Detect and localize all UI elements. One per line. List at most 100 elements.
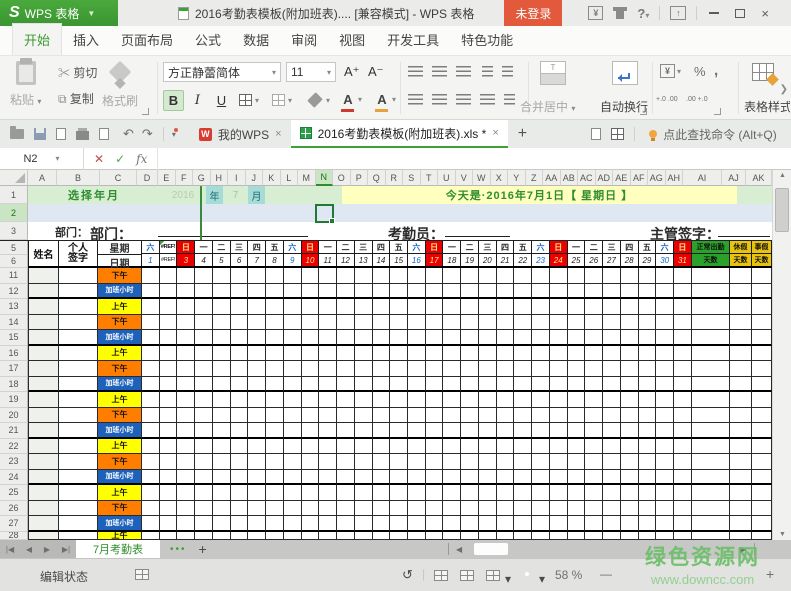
- cell-day[interactable]: [372, 407, 391, 423]
- cell-day[interactable]: [656, 516, 675, 532]
- cell-day[interactable]: [620, 392, 639, 408]
- cell-day[interactable]: [159, 407, 178, 423]
- row-header-6[interactable]: 6: [0, 255, 28, 268]
- cell-day[interactable]: [461, 531, 479, 540]
- cell-day[interactable]: [248, 423, 267, 439]
- cell-day[interactable]: [408, 392, 426, 408]
- font-size-select[interactable]: 11 ▾: [286, 62, 336, 82]
- cell-day[interactable]: [142, 314, 160, 330]
- cell-day[interactable]: [408, 438, 426, 454]
- cell-day[interactable]: [638, 516, 657, 532]
- cell-day[interactable]: [159, 438, 178, 454]
- cell-day[interactable]: [443, 345, 462, 361]
- cell-day[interactable]: [408, 376, 426, 392]
- cell-day[interactable]: [319, 268, 338, 284]
- cell-day[interactable]: [603, 392, 621, 408]
- cell-day[interactable]: [390, 299, 409, 315]
- cell-day[interactable]: [549, 407, 568, 423]
- cell-day[interactable]: [212, 531, 231, 540]
- cell-day[interactable]: [585, 407, 604, 423]
- cell-day[interactable]: [177, 438, 196, 454]
- cell-day[interactable]: [603, 345, 621, 361]
- cell-day[interactable]: [177, 330, 196, 346]
- cell-day[interactable]: [549, 376, 568, 392]
- cell-day[interactable]: [354, 345, 373, 361]
- cell-day[interactable]: [532, 299, 550, 315]
- cell-day[interactable]: [337, 314, 355, 330]
- ribbon-tab-审阅[interactable]: 审阅: [280, 24, 328, 55]
- cell-day[interactable]: [620, 454, 639, 470]
- row-header-26[interactable]: 26: [0, 500, 28, 516]
- cell-day[interactable]: [195, 268, 213, 284]
- cell-period-label[interactable]: 下午: [98, 361, 142, 377]
- cell-day[interactable]: [230, 516, 249, 532]
- cell-day[interactable]: [212, 330, 231, 346]
- cell-day[interactable]: [425, 516, 444, 532]
- cell-day[interactable]: [142, 531, 160, 540]
- help-icon[interactable]: ?▾: [637, 6, 649, 21]
- currency-icon[interactable]: ¥: [588, 6, 604, 20]
- cell-day[interactable]: [656, 330, 675, 346]
- cell-day[interactable]: [248, 469, 267, 485]
- cell-day[interactable]: [319, 376, 338, 392]
- cell-day[interactable]: [372, 531, 391, 540]
- cell-day[interactable]: [638, 438, 657, 454]
- fill-color-button[interactable]: ▾: [307, 92, 330, 108]
- cell-day[interactable]: [532, 407, 550, 423]
- cell-day[interactable]: [301, 531, 320, 540]
- cell-day[interactable]: [461, 361, 479, 377]
- cell-day[interactable]: [620, 438, 639, 454]
- column-header-R[interactable]: R: [385, 170, 403, 186]
- row-header-18[interactable]: 18: [0, 376, 28, 392]
- column-header-C[interactable]: C: [100, 170, 137, 186]
- cell-day[interactable]: [212, 469, 231, 485]
- row-header-12[interactable]: 12: [0, 283, 28, 299]
- vertical-scrollbar-thumb[interactable]: [775, 188, 789, 232]
- cell-day[interactable]: [496, 469, 515, 485]
- cell-day[interactable]: [230, 330, 249, 346]
- cell-sum-rest[interactable]: [730, 423, 752, 439]
- cell-day[interactable]: [230, 531, 249, 540]
- cell-day[interactable]: [177, 299, 196, 315]
- row-header-15[interactable]: 15: [0, 330, 28, 346]
- cell-day[interactable]: [585, 500, 604, 516]
- cell-day[interactable]: [603, 376, 621, 392]
- cell-day[interactable]: [301, 330, 320, 346]
- cell-sum-leave[interactable]: [752, 376, 772, 392]
- cell-day[interactable]: [390, 485, 409, 501]
- cell-day[interactable]: [212, 268, 231, 284]
- cell-day[interactable]: [301, 345, 320, 361]
- cell-day[interactable]: [656, 423, 675, 439]
- cell-day[interactable]: [674, 516, 692, 532]
- copy-button[interactable]: ⧉ 复制: [58, 90, 94, 107]
- cell-day[interactable]: [212, 438, 231, 454]
- upload-icon[interactable]: ↑: [670, 6, 687, 20]
- cell-day[interactable]: [283, 485, 302, 501]
- cell-day[interactable]: [230, 485, 249, 501]
- cell-day[interactable]: [408, 314, 426, 330]
- cell-day[interactable]: [549, 438, 568, 454]
- close-tab-icon[interactable]: ×: [275, 128, 281, 140]
- cell-day[interactable]: [549, 516, 568, 532]
- cell-day[interactable]: [142, 361, 160, 377]
- day-header-13[interactable]: 三 13: [354, 241, 373, 266]
- cell-day[interactable]: [372, 469, 391, 485]
- cell-day[interactable]: [496, 454, 515, 470]
- cell-day[interactable]: [532, 485, 550, 501]
- merge-center-button[interactable]: 合并居中 ▾: [520, 98, 575, 115]
- cell-day[interactable]: [248, 314, 267, 330]
- cell-day[interactable]: [142, 299, 160, 315]
- cell-day[interactable]: [159, 500, 178, 516]
- cell-day[interactable]: [656, 500, 675, 516]
- cell-day[interactable]: [567, 345, 586, 361]
- active-cell-selection[interactable]: [315, 204, 335, 224]
- cell-day[interactable]: [372, 438, 391, 454]
- cell-day[interactable]: [443, 531, 462, 540]
- cell-day[interactable]: [620, 345, 639, 361]
- cell-name[interactable]: [28, 345, 59, 361]
- font-color-button[interactable]: A ▾: [341, 92, 362, 112]
- scroll-up-icon[interactable]: ▲: [773, 172, 791, 179]
- cell-day[interactable]: [496, 438, 515, 454]
- group-expander-icon[interactable]: [714, 108, 721, 115]
- cell-day[interactable]: [372, 376, 391, 392]
